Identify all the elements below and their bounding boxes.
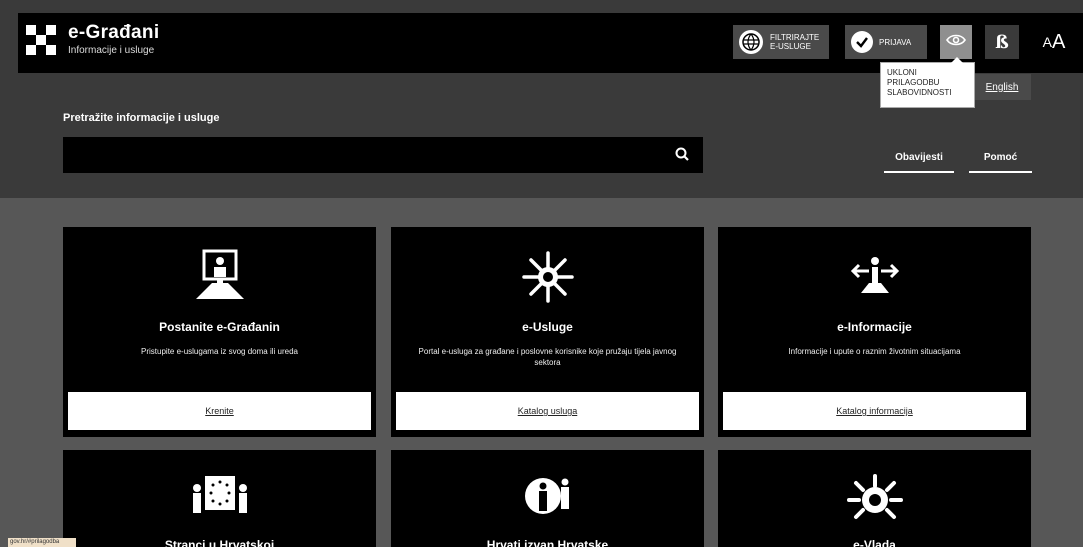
status-bar-url: gov.hr/#prilagodba (8, 538, 76, 547)
checkerboard-logo-icon (26, 25, 56, 55)
start-button[interactable]: Krenite (68, 392, 371, 430)
text-size-button[interactable]: AA (1034, 25, 1074, 59)
accessibility-eye-button[interactable] (940, 25, 972, 59)
card-title: e-Informacije (837, 320, 912, 334)
globe-filter-icon (739, 30, 763, 54)
text-size-big: A (1052, 30, 1066, 53)
site-title: e-Građani (68, 22, 160, 43)
login-button[interactable]: PRIJAVA (845, 25, 927, 59)
search-box (63, 137, 703, 173)
card-title: e-Usluge (522, 320, 573, 334)
dyslexic-font-button[interactable]: ß (985, 25, 1019, 59)
card-croats-abroad[interactable]: Hrvati izvan Hrvatske (391, 450, 704, 547)
card-description: Portal e-usluga za građane i poslovne ko… (418, 347, 677, 367)
accessibility-tooltip: UKLONI PRILAGODBU SLABOVIDNOSTI (880, 57, 975, 108)
service-catalog-button[interactable]: Katalog usluga (396, 392, 699, 430)
card-e-information: e-Informacije Informacije i upute o razn… (718, 227, 1031, 437)
government-gear-icon (718, 472, 1031, 522)
tooltip-line3: SLABOVIDNOSTI (887, 88, 952, 97)
tooltip-line2: PRILAGODBU (887, 78, 940, 87)
card-description: Informacije i upute o raznim životnim si… (788, 347, 961, 356)
filter-line2: E-USLUGE (770, 42, 811, 51)
search-icon[interactable] (675, 147, 689, 161)
page: e-Građani Informacije i usluge FILTRIRAJ… (0, 0, 1083, 547)
croats-abroad-icon (391, 472, 704, 522)
eu-foreigners-icon (63, 472, 376, 522)
card-foreigners[interactable]: Stranci u Hrvatskoj (63, 450, 376, 547)
notices-link[interactable]: Obavijesti (884, 152, 954, 173)
card-title: Hrvati izvan Hrvatske (486, 538, 609, 547)
search-input[interactable] (63, 137, 663, 173)
site-subtitle: Informacije i usluge (68, 45, 155, 56)
checkmark-icon (851, 31, 873, 53)
card-e-services: e-Usluge Portal e-usluga za građane i po… (391, 227, 704, 437)
eye-icon (946, 33, 966, 52)
card-become-citizen: Postanite e-Građanin Pristupite e-usluga… (63, 227, 376, 437)
help-link[interactable]: Pomoć (969, 152, 1032, 173)
logo[interactable]: e-Građani Informacije i usluge (26, 23, 159, 56)
login-label: PRIJAVA (879, 37, 912, 47)
font-icon: ß (995, 31, 1009, 53)
content-area: Postanite e-Građanin Pristupite e-usluga… (0, 198, 1083, 547)
information-person-icon (718, 247, 1031, 307)
filter-services-button[interactable]: FILTRIRAJTE E-USLUGE (733, 25, 829, 59)
filter-line1: FILTRIRAJTE (770, 33, 820, 42)
card-title: Postanite e-Građanin (159, 320, 280, 334)
text-size-small: A (1042, 34, 1052, 50)
tooltip-line1: UKLONI (887, 68, 917, 77)
card-e-government[interactable]: e-Vlada (718, 450, 1031, 547)
services-burst-icon (391, 247, 704, 307)
card-title: Stranci u Hrvatskoj (164, 538, 275, 547)
information-catalog-button[interactable]: Katalog informacija (723, 392, 1026, 430)
card-title: e-Vlada (853, 538, 896, 547)
computer-user-icon (63, 247, 376, 307)
language-english-button[interactable]: English (973, 74, 1031, 100)
card-description: Pristupite e-uslugama iz svog doma ili u… (141, 347, 298, 356)
search-label: Pretražite informacije i usluge (63, 112, 220, 124)
